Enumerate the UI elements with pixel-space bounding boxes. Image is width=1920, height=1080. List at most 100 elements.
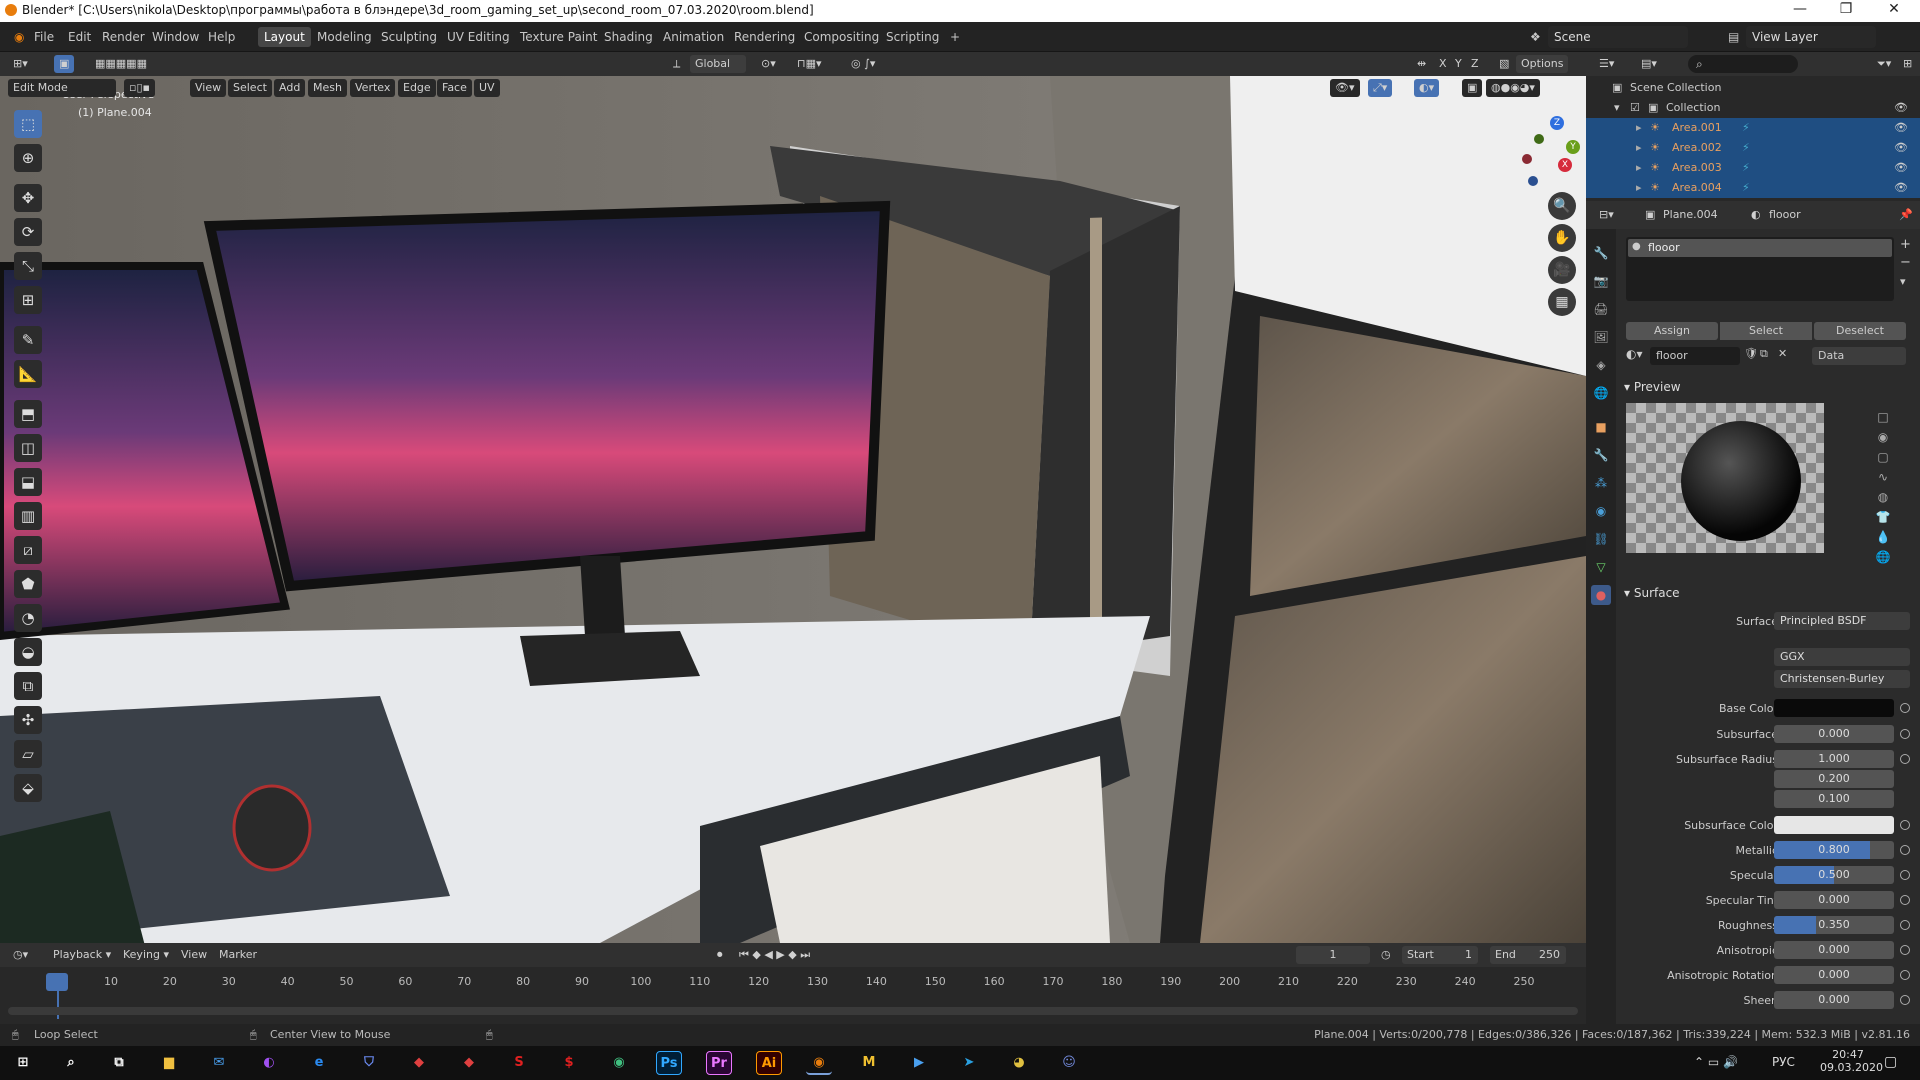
material-slot-list[interactable]: flooor ● <box>1626 237 1894 301</box>
cursor-tool-icon[interactable]: ⊕ <box>14 144 42 172</box>
material-slot-item[interactable]: flooor <box>1628 239 1892 257</box>
scale-tool-icon[interactable]: ⤡ <box>14 252 42 280</box>
3d-viewport[interactable]: User Perspective (1) Plane.004 <box>0 76 1586 943</box>
telegram-icon[interactable]: ➤ <box>956 1051 982 1075</box>
menu-edge[interactable]: Edge <box>398 79 436 97</box>
gizmo-neg-x[interactable] <box>1522 154 1532 164</box>
podcast-app-icon[interactable]: ◐ <box>256 1051 282 1075</box>
outliner-collection[interactable]: ▾ ☑ ▣ Collection 👁 <box>1586 98 1920 118</box>
xray-toggle-icon[interactable]: ▣ <box>1462 79 1483 97</box>
subsurface-color-swatch[interactable] <box>1774 816 1894 834</box>
smooth-tool-icon[interactable]: ◒ <box>14 638 42 666</box>
app-s2-icon[interactable]: $ <box>556 1051 582 1075</box>
playhead[interactable] <box>46 973 68 991</box>
eye-icon[interactable]: 👁 <box>1894 98 1908 118</box>
eye-icon[interactable]: 👁 <box>1894 158 1908 178</box>
tab-texture-paint[interactable]: Texture Paint <box>514 27 603 47</box>
app-green-icon[interactable]: ◉ <box>606 1051 632 1075</box>
gizmo-neg-y[interactable] <box>1534 134 1544 144</box>
data-tab-icon[interactable]: ▽ <box>1591 557 1611 577</box>
outliner-scene-collection[interactable]: ▣ Scene Collection <box>1586 78 1920 98</box>
language-indicator[interactable]: РУС <box>1772 1055 1795 1069</box>
camera-view-icon[interactable]: 🎥 <box>1548 256 1576 284</box>
particles-tab-icon[interactable]: ⁂ <box>1591 473 1611 493</box>
loop-cut-tool-icon[interactable]: ▥ <box>14 502 42 530</box>
pivot-icon[interactable]: ⊙▾ <box>756 55 781 73</box>
link-socket-icon[interactable] <box>1900 895 1910 905</box>
app-s-icon[interactable]: S <box>506 1051 532 1075</box>
base-color-swatch[interactable] <box>1774 699 1894 717</box>
link-socket-icon[interactable] <box>1900 945 1910 955</box>
current-frame-field[interactable]: 1 <box>1296 946 1370 964</box>
move-tool-icon[interactable]: ✥ <box>14 184 42 212</box>
menu-file[interactable]: File <box>28 27 60 47</box>
remove-slot-button[interactable]: − <box>1900 255 1911 270</box>
checkbox-icon[interactable]: ☑ <box>1630 98 1640 118</box>
app-red-2-icon[interactable]: ◆ <box>456 1051 482 1075</box>
playback-controls[interactable]: ⏮ ◆ ◀ ▶ ◆ ⏭ <box>734 946 815 964</box>
knife-tool-icon[interactable]: ⧄ <box>14 536 42 564</box>
link-socket-icon[interactable] <box>1900 820 1910 830</box>
modifier-tab-icon[interactable]: 🔧 <box>1591 445 1611 465</box>
outliner-item[interactable]: ▸ ☀ Area.002 ⚡ 👁 <box>1586 138 1920 158</box>
auto-merge-icon[interactable]: ▧ <box>1494 55 1514 73</box>
expand-icon[interactable]: ▸ <box>1636 138 1642 158</box>
fake-user-icon[interactable]: 🛡 <box>1744 347 1758 360</box>
timeline[interactable]: 1102030405060708090100110120130140150160… <box>0 967 1586 1024</box>
shading-modes-icons[interactable]: ◍●◉◕▾ <box>1486 79 1540 97</box>
new-collection-icon[interactable]: ⊞ <box>1898 55 1917 73</box>
property-value-slider[interactable]: 0.200 <box>1774 770 1894 788</box>
menu-playback[interactable]: Playback ▾ <box>48 946 116 964</box>
link-socket-icon[interactable] <box>1900 729 1910 739</box>
menu-face[interactable]: Face <box>437 79 472 97</box>
inset-tool-icon[interactable]: ◫ <box>14 434 42 462</box>
render-tab-icon[interactable]: 📷 <box>1591 271 1611 291</box>
subsurface-method-dropdown[interactable]: Christensen-Burley <box>1774 670 1910 688</box>
pan-icon[interactable]: ✋ <box>1548 224 1576 252</box>
app-m-icon[interactable]: M <box>856 1051 882 1075</box>
scene-icon[interactable]: ❖ <box>1524 27 1547 47</box>
record-icon[interactable]: ⏺ <box>712 946 728 964</box>
menu-uv[interactable]: UV <box>474 79 500 97</box>
link-socket-icon[interactable] <box>1900 845 1910 855</box>
property-value-slider[interactable]: 0.500 <box>1774 866 1894 884</box>
blender-taskbar-icon[interactable]: ◉ <box>806 1051 832 1075</box>
timeline-scrollbar[interactable] <box>8 1007 1578 1015</box>
tab-shading[interactable]: Shading <box>598 27 659 47</box>
menu-mesh[interactable]: Mesh <box>308 79 347 97</box>
object-tab-icon[interactable]: ■ <box>1591 417 1611 437</box>
menu-edit[interactable]: Edit <box>62 27 97 47</box>
link-socket-icon[interactable] <box>1900 754 1910 764</box>
eye-icon[interactable]: 👁 <box>1894 138 1908 158</box>
pin-icon[interactable]: 📌 <box>1894 206 1918 224</box>
link-socket-icon[interactable] <box>1900 920 1910 930</box>
search-icon[interactable]: ⌕ <box>58 1051 84 1075</box>
property-value-slider[interactable]: 0.100 <box>1774 790 1894 808</box>
mirror-x-toggle[interactable]: X <box>1434 55 1452 73</box>
filter-icon[interactable]: ⏷▾ <box>1872 55 1896 73</box>
surface-panel-header[interactable]: ▾ Surface <box>1624 586 1680 600</box>
tab-scripting[interactable]: Scripting <box>880 27 945 47</box>
tool-tab-icon[interactable]: 🔧 <box>1591 243 1611 263</box>
properties-editor-type-icon[interactable]: ⊟▾ <box>1594 206 1619 224</box>
chrome-icon[interactable]: ◕ <box>1006 1051 1032 1075</box>
spin-tool-icon[interactable]: ◔ <box>14 604 42 632</box>
tab-compositing[interactable]: Compositing <box>798 27 885 47</box>
options-dropdown[interactable]: Options <box>1516 55 1569 73</box>
menu-keying[interactable]: Keying ▾ <box>118 946 174 964</box>
world-tab-icon[interactable]: 🌐 <box>1591 383 1611 403</box>
slot-menu-button[interactable]: ▾ <box>1900 275 1906 288</box>
property-value-slider[interactable]: 0.800 <box>1774 841 1894 859</box>
tray-icons[interactable]: ⌃ ▭ 🔊 <box>1694 1055 1738 1069</box>
select-button[interactable]: Select <box>1720 322 1812 340</box>
mirror-y-toggle[interactable]: Y <box>1450 55 1467 73</box>
visibility-icon[interactable]: 👁▾ <box>1330 79 1360 97</box>
app-red-icon[interactable]: ◆ <box>406 1051 432 1075</box>
property-value-slider[interactable]: 1.000 <box>1774 750 1894 768</box>
menu-add[interactable]: Add <box>274 79 306 97</box>
menu-view[interactable]: View <box>190 79 227 97</box>
expand-icon[interactable]: ▸ <box>1636 178 1642 198</box>
outliner-item[interactable]: ▸ ☀ Area.003 ⚡ 👁 <box>1586 158 1920 178</box>
select-box-icon[interactable]: ▣ <box>54 55 75 73</box>
task-view-icon[interactable]: ⧉ <box>106 1051 132 1075</box>
